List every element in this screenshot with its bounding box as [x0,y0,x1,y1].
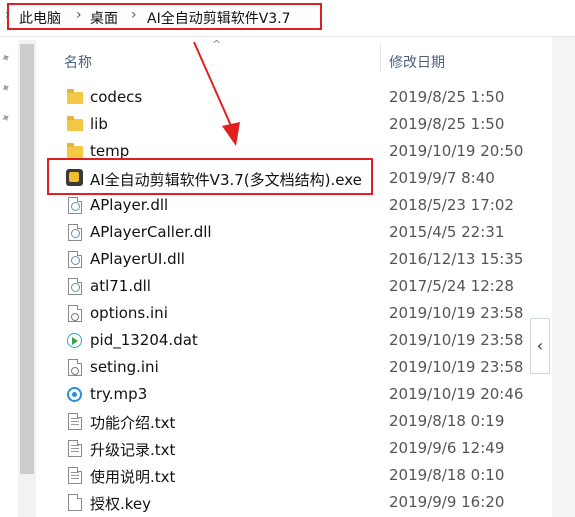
annotation-arrow [193,41,240,146]
